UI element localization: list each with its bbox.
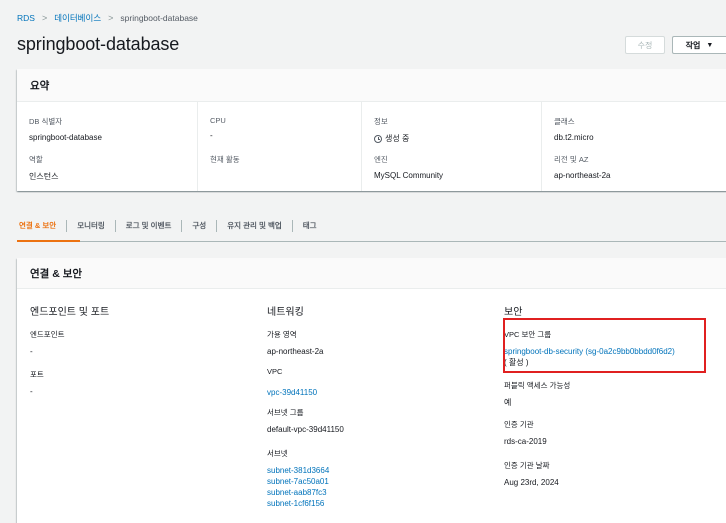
active-tab-indicator xyxy=(17,240,80,242)
networking-title: 네트워킹 xyxy=(267,307,304,318)
detail-tabs: 연결 & 보안 모니터링 로그 및 이벤트 구성 유지 관리 및 백업 태그 xyxy=(17,210,726,242)
summary-grid: DB 식별자 springboot-database 역할 인스턴스 CPU -… xyxy=(17,102,726,191)
summary-column: 클래스 db.t2.micro 리전 및 AZ ap-northeast-2a xyxy=(541,102,726,191)
availability-zone-value: ap-northeast-2a xyxy=(267,347,324,356)
cpu-value: - xyxy=(210,131,213,140)
breadcrumb: RDS > 데이터베이스 > springboot-database xyxy=(17,12,198,24)
actions-button-label: 작업 xyxy=(685,40,701,50)
clock-icon xyxy=(374,134,382,143)
summary-column: 정보 생성 중 엔진 MySQL Community xyxy=(361,102,541,191)
info-field: 정보 생성 중 xyxy=(374,116,409,144)
tab-tags[interactable]: 태그 xyxy=(291,219,327,232)
subnets-label: 서브넷 xyxy=(267,449,288,458)
info-status-text: 생성 중 xyxy=(385,134,410,143)
role-field: 역할 인스턴스 xyxy=(29,154,58,182)
subnet-link[interactable]: subnet-381d3664 xyxy=(267,465,329,476)
endpoint-port-title: 엔드포인트 및 포트 xyxy=(30,307,110,318)
subnet-group-field: 서브넷 그룹 default-vpc-39d41150 xyxy=(267,407,344,435)
networking-section: 네트워킹 가용 영역 ap-northeast-2a VPC vpc-39d41… xyxy=(253,289,490,523)
vpc-label: VPC xyxy=(267,367,283,376)
actions-dropdown-button[interactable]: 작업 ▼ xyxy=(672,36,726,54)
availability-zone-field: 가용 영역 ap-northeast-2a xyxy=(267,329,323,357)
port-label: 포트 xyxy=(30,370,44,379)
security-title: 보안 xyxy=(504,307,523,318)
tab-configuration[interactable]: 구성 xyxy=(181,219,216,232)
summary-column: CPU - 현재 활동 xyxy=(197,102,367,191)
current-activity-label: 현재 활동 xyxy=(210,155,240,164)
breadcrumb-rds[interactable]: RDS xyxy=(17,13,35,23)
cpu-field: CPU - xyxy=(210,116,226,140)
engine-field: 엔진 MySQL Community xyxy=(374,154,443,180)
tab-logs-events[interactable]: 로그 및 이벤트 xyxy=(114,219,182,232)
highlight-annotation-box xyxy=(503,318,706,373)
breadcrumb-separator: > xyxy=(41,13,48,23)
info-value: 생성 중 xyxy=(374,133,409,144)
region-az-field: 리전 및 AZ ap-northeast-2a xyxy=(554,154,610,180)
certificate-date-value: Aug 23rd, 2024 xyxy=(504,478,559,487)
tab-connectivity-security[interactable]: 연결 & 보안 xyxy=(17,220,66,232)
connectivity-security-header: 연결 & 보안 xyxy=(17,258,726,289)
info-label: 정보 xyxy=(374,117,388,126)
endpoint-field: 엔드포인트 - xyxy=(30,329,65,357)
breadcrumb-databases[interactable]: 데이터베이스 xyxy=(54,12,101,24)
availability-zone-label: 가용 영역 xyxy=(267,330,297,339)
edit-button[interactable]: 수정 xyxy=(625,36,665,54)
vpc-link[interactable]: vpc-39d41150 xyxy=(267,388,317,397)
subnet-link[interactable]: subnet-1cf6f156 xyxy=(267,498,329,509)
certificate-date-field: 인증 기관 날짜 Aug 23rd, 2024 xyxy=(504,460,559,488)
class-value: db.t2.micro xyxy=(554,133,594,142)
endpoint-value: - xyxy=(30,347,33,356)
subnet-group-label: 서브넷 그룹 xyxy=(267,408,304,417)
current-activity-field: 현재 활동 xyxy=(210,154,240,171)
class-label: 클래스 xyxy=(554,117,575,126)
page-title: springboot-database xyxy=(17,34,180,54)
certificate-authority-label: 인증 기관 xyxy=(504,420,534,429)
breadcrumb-current: springboot-database xyxy=(120,13,198,23)
port-value: - xyxy=(30,387,33,396)
region-az-value: ap-northeast-2a xyxy=(554,171,611,180)
tab-monitoring[interactable]: 모니터링 xyxy=(66,219,115,232)
public-access-label: 퍼블릭 액세스 가능성 xyxy=(504,381,571,390)
summary-panel: 요약 DB 식별자 springboot-database 역할 인스턴스 CP… xyxy=(17,69,726,191)
certificate-date-label: 인증 기관 날짜 xyxy=(504,461,550,470)
endpoint-port-section: 엔드포인트 및 포트 엔드포인트 - 포트 - xyxy=(17,289,253,523)
endpoint-label: 엔드포인트 xyxy=(30,330,65,339)
tab-maintenance-backups[interactable]: 유지 관리 및 백업 xyxy=(216,219,292,232)
role-value: 인스턴스 xyxy=(29,172,59,181)
subnets-field: 서브넷 subnet-381d3664 subnet-7ac50a01 subn… xyxy=(267,448,329,509)
certificate-authority-value: rds-ca-2019 xyxy=(504,437,547,446)
breadcrumb-separator: > xyxy=(108,13,114,23)
public-access-field: 퍼블릭 액세스 가능성 예 xyxy=(504,380,570,408)
engine-value: MySQL Community xyxy=(374,171,444,180)
caret-down-icon: ▼ xyxy=(706,41,714,49)
subnet-link[interactable]: subnet-aab87fc3 xyxy=(267,487,329,498)
summary-header: 요약 xyxy=(17,69,726,102)
summary-column: DB 식별자 springboot-database 역할 인스턴스 xyxy=(17,102,187,191)
public-access-value: 예 xyxy=(504,398,512,407)
subnet-link[interactable]: subnet-7ac50a01 xyxy=(267,476,329,487)
certificate-authority-field: 인증 기관 rds-ca-2019 xyxy=(504,419,547,447)
engine-label: 엔진 xyxy=(374,155,388,164)
port-field: 포트 - xyxy=(30,369,44,397)
class-field: 클래스 db.t2.micro xyxy=(554,116,594,142)
db-identifier-label: DB 식별자 xyxy=(29,117,63,126)
cpu-label: CPU xyxy=(210,116,226,125)
subnet-group-value: default-vpc-39d41150 xyxy=(267,425,344,434)
connectivity-security-panel: 연결 & 보안 엔드포인트 및 포트 엔드포인트 - 포트 - 네트워킹 가용 … xyxy=(17,258,726,523)
vpc-field: VPC vpc-39d41150 xyxy=(267,367,317,400)
role-label: 역할 xyxy=(29,155,43,164)
db-identifier-value: springboot-database xyxy=(29,133,102,142)
region-az-label: 리전 및 AZ xyxy=(554,155,589,164)
db-identifier-field: DB 식별자 springboot-database xyxy=(29,116,102,142)
